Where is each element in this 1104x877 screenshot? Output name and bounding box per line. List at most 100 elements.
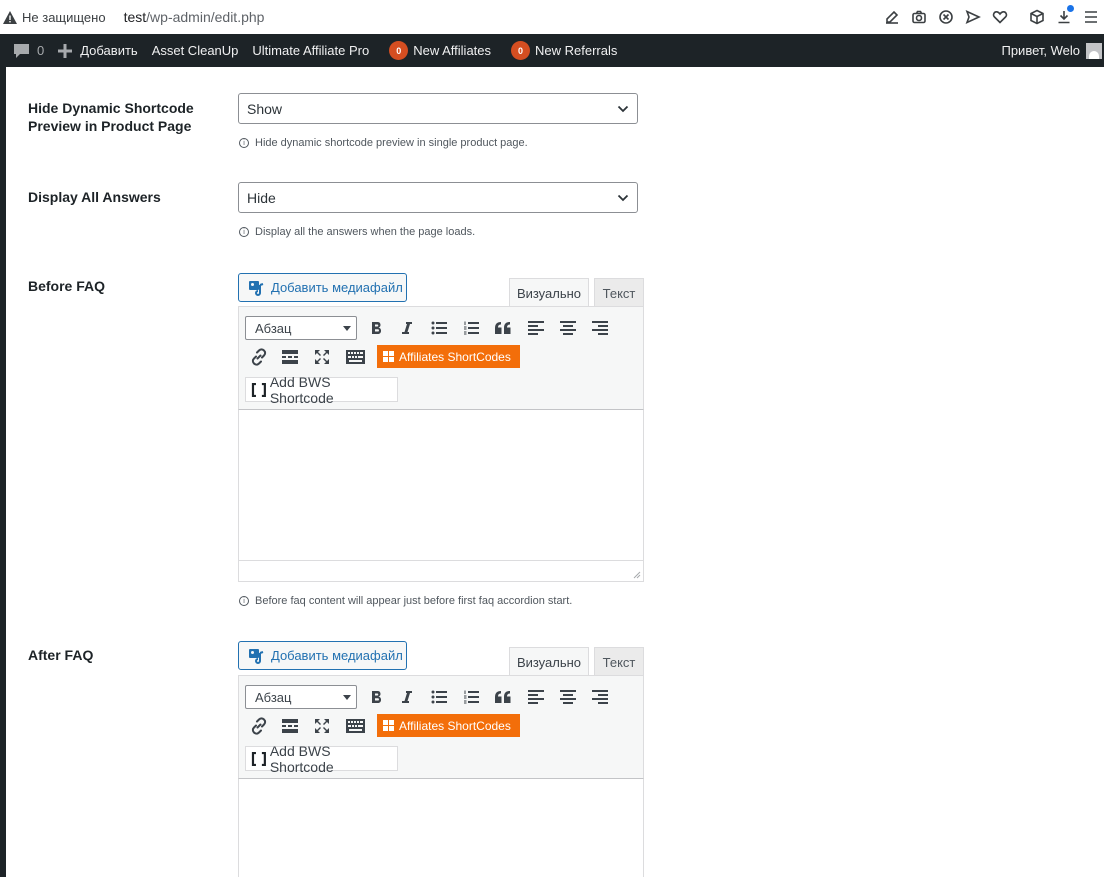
- shortcode-bracket-icon: [251, 751, 266, 766]
- italic-button[interactable]: [393, 685, 421, 709]
- add-media-label: Добавить медиафайл: [271, 648, 403, 663]
- align-right-icon: [592, 321, 608, 335]
- numbered-list-icon: [464, 690, 479, 704]
- blockquote-button[interactable]: [489, 316, 517, 340]
- numbered-list-button[interactable]: [457, 316, 485, 340]
- chevron-down-icon: [617, 105, 629, 113]
- bullet-list-icon: [431, 321, 447, 335]
- shortcode-bracket-icon: [251, 382, 266, 397]
- editor-toolbar: Абзац Affiliates ShortCodes Add BWS Shor…: [238, 675, 644, 779]
- info-icon: i: [239, 227, 249, 237]
- affiliates-shortcodes-button[interactable]: Affiliates ShortCodes: [377, 714, 520, 737]
- add-media-button[interactable]: Добавить медиафайл: [238, 273, 407, 302]
- hide-preview-select[interactable]: Show: [238, 93, 638, 124]
- toolbar-toggle-button[interactable]: [341, 714, 369, 738]
- before-faq-editor[interactable]: [238, 410, 644, 582]
- italic-button[interactable]: [393, 316, 421, 340]
- bullet-list-icon: [431, 690, 447, 704]
- security-label: Не защищено: [22, 9, 106, 25]
- add-bws-shortcode-label: Add BWS Shortcode: [269, 742, 334, 775]
- new-affiliates-menu[interactable]: 0 New Affiliates: [376, 34, 498, 67]
- keyboard-icon: [345, 719, 365, 733]
- affiliates-shortcodes-label: Affiliates ShortCodes: [399, 349, 511, 364]
- block-icon[interactable]: [933, 4, 959, 30]
- align-center-button[interactable]: [554, 685, 582, 709]
- link-icon: [251, 348, 267, 366]
- bullet-list-button[interactable]: [425, 685, 453, 709]
- blockquote-button[interactable]: [489, 685, 517, 709]
- before-faq-description: i Before faq content will appear just be…: [239, 595, 572, 607]
- comments-menu[interactable]: 0: [0, 34, 51, 67]
- before-faq-label: Before FAQ: [28, 278, 106, 294]
- menu-icon[interactable]: [1078, 4, 1104, 30]
- align-right-button[interactable]: [586, 685, 614, 709]
- add-media-button[interactable]: Добавить медиафайл: [238, 641, 407, 670]
- numbered-list-icon: [464, 321, 479, 335]
- info-icon: i: [239, 138, 249, 148]
- grid-icon: [383, 720, 394, 731]
- avatar: [1086, 42, 1102, 59]
- download-icon[interactable]: [1051, 4, 1077, 30]
- bullet-list-button[interactable]: [425, 316, 453, 340]
- url-host: test: [123, 9, 147, 25]
- toolbar-toggle-button[interactable]: [341, 345, 369, 369]
- comments-count: 0: [37, 43, 45, 58]
- read-more-button[interactable]: [276, 345, 304, 369]
- affiliates-shortcodes-button[interactable]: Affiliates ShortCodes: [377, 345, 520, 368]
- read-more-button[interactable]: [276, 714, 304, 738]
- asset-cleanup-menu[interactable]: Asset CleanUp: [145, 34, 246, 67]
- tab-text[interactable]: Текст: [594, 278, 644, 308]
- align-center-button[interactable]: [554, 316, 582, 340]
- bold-icon: [372, 691, 382, 703]
- link-button[interactable]: [245, 345, 273, 369]
- affiliates-shortcodes-label: Affiliates ShortCodes: [399, 718, 511, 733]
- grid-icon: [383, 351, 394, 362]
- align-right-button[interactable]: [586, 316, 614, 340]
- add-bws-shortcode-button[interactable]: Add BWS Shortcode: [245, 374, 398, 406]
- after-faq-editor[interactable]: [238, 779, 644, 877]
- dropdown-arrow-icon: [343, 695, 351, 700]
- bold-button[interactable]: [363, 685, 391, 709]
- url-field[interactable]: test/wp-admin/edit.php: [124, 9, 265, 25]
- fullscreen-button[interactable]: [308, 714, 336, 738]
- align-left-button[interactable]: [522, 316, 550, 340]
- send-icon[interactable]: [960, 4, 986, 30]
- display-answers-select[interactable]: Hide: [238, 182, 638, 213]
- display-answers-label: Display All Answers: [28, 189, 161, 205]
- new-referrals-menu[interactable]: 0 New Referrals: [498, 34, 624, 67]
- align-right-icon: [592, 690, 608, 704]
- account-menu[interactable]: Привет, Welo: [1001, 34, 1104, 67]
- plus-icon: [58, 43, 73, 58]
- heart-icon[interactable]: [987, 4, 1013, 30]
- tab-visual[interactable]: Визуально: [509, 278, 589, 308]
- read-more-icon: [282, 350, 298, 364]
- new-affiliates-label: New Affiliates: [413, 43, 492, 58]
- bold-icon: [372, 322, 382, 334]
- security-indicator[interactable]: Не защищено: [3, 10, 106, 25]
- keyboard-icon: [345, 350, 365, 364]
- new-affiliates-badge: 0: [389, 41, 409, 60]
- format-select[interactable]: Абзац: [245, 316, 357, 340]
- tab-text[interactable]: Текст: [594, 647, 644, 677]
- link-button[interactable]: [245, 714, 273, 738]
- fullscreen-icon: [315, 350, 329, 364]
- edit-icon[interactable]: [879, 4, 905, 30]
- ultimate-affiliate-menu[interactable]: Ultimate Affiliate Pro: [245, 34, 376, 67]
- resize-handle-icon[interactable]: [632, 570, 641, 579]
- new-referrals-badge: 0: [511, 41, 531, 60]
- tab-visual[interactable]: Визуально: [509, 647, 589, 677]
- fullscreen-button[interactable]: [308, 345, 336, 369]
- format-select[interactable]: Абзац: [245, 685, 357, 709]
- align-left-button[interactable]: [522, 685, 550, 709]
- editor-statusbar: [239, 560, 643, 581]
- italic-icon: [402, 691, 412, 703]
- wp-admin-bar: 0 Добавить Asset CleanUp Ultimate Affili…: [0, 34, 1104, 67]
- camera-icon[interactable]: [906, 4, 932, 30]
- box-icon[interactable]: [1024, 4, 1050, 30]
- add-new-menu[interactable]: Добавить: [51, 34, 144, 67]
- bold-button[interactable]: [363, 316, 391, 340]
- numbered-list-button[interactable]: [457, 685, 485, 709]
- add-bws-shortcode-button[interactable]: Add BWS Shortcode: [245, 743, 398, 775]
- hide-preview-value: Show: [247, 100, 283, 117]
- browser-address-bar: Не защищено test/wp-admin/edit.php: [0, 0, 1104, 34]
